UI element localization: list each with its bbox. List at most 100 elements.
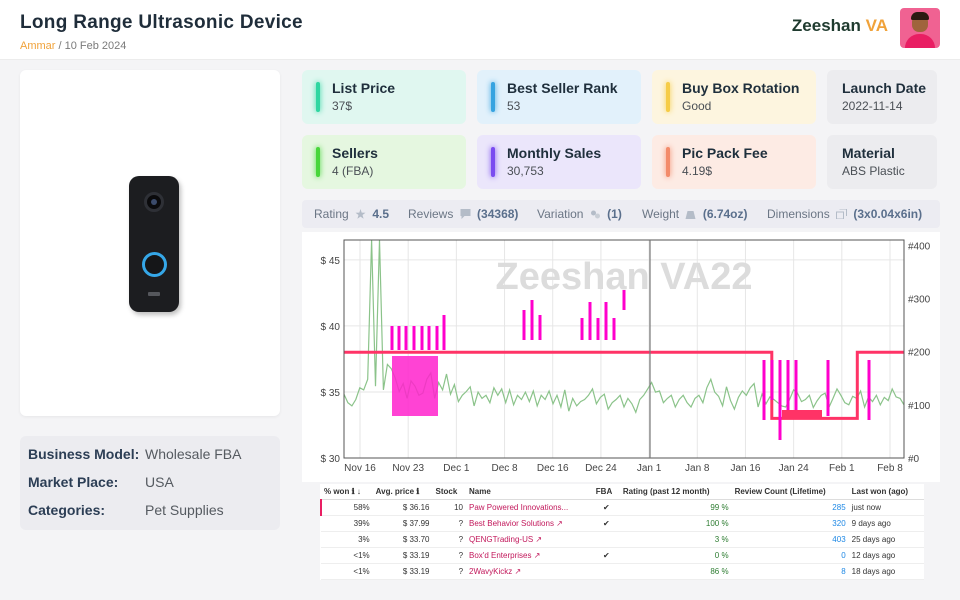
y-right-tick-label: #300: [908, 294, 931, 305]
product-image: [129, 176, 179, 312]
metric-label: Best Seller Rank: [507, 80, 618, 96]
cell-rating-text: 0 %: [714, 551, 729, 560]
rating-value: 4.5: [372, 207, 390, 221]
metric-accent-bar: [491, 147, 495, 177]
cell-won: <1%: [321, 547, 373, 564]
user-name[interactable]: Zeeshan VA: [792, 16, 888, 36]
cell-review-count-text: 403: [832, 535, 846, 544]
x-tick-label: Nov 23: [392, 463, 424, 474]
table-row[interactable]: 58% $ 36.16 10 Paw Powered Innovations... ✔ 9…: [320, 499, 924, 516]
cell-stock: ?: [432, 531, 467, 548]
avatar[interactable]: [900, 8, 940, 48]
y-right-tick-label: #200: [908, 348, 931, 359]
metric-launch-date: Launch Date 2022-11-14: [827, 70, 937, 124]
dimensions-icon: [836, 209, 848, 219]
cell-rating: 0 %: [619, 547, 732, 564]
cell-last-won: just now: [848, 499, 924, 516]
cell-seller-name[interactable]: 2WavyKickz ↗: [466, 563, 593, 580]
cell-fba: ✔: [592, 499, 620, 516]
col-review-count[interactable]: Review Count (Lifetime): [731, 484, 849, 500]
dimensions-stat: Dimensions (3x0.04x6in): [767, 207, 922, 221]
x-tick-label: Jan 1: [637, 463, 662, 474]
metric-accent-bar: [491, 82, 495, 112]
cell-seller-name[interactable]: Paw Powered Innovations...: [466, 499, 593, 516]
cell-seller-name[interactable]: QENGTrading-US ↗: [466, 531, 593, 548]
metric-monthly-sales: Monthly Sales 30,753: [477, 135, 641, 189]
user-first-name: Zeeshan: [791, 16, 861, 35]
cell-last-won-text: 12 days ago: [851, 551, 896, 560]
metric-value: 4.19$: [682, 164, 713, 178]
price-drop-band: [782, 410, 822, 418]
metric-label: Launch Date: [842, 80, 927, 96]
product-stats-bar: Rating 4.5 Reviews (34368) Variation (1)…: [302, 200, 940, 228]
cell-price: $ 33.19: [372, 547, 433, 564]
user-last-name: VA: [865, 16, 888, 35]
cell-rating-text: 99 %: [710, 503, 729, 512]
x-tick-label: Nov 16: [344, 463, 376, 474]
table-row[interactable]: <1% $ 33.19? 2WavyKickz ↗ 86 % 8 18 days ago: [321, 563, 924, 580]
metric-value: ABS Plastic: [842, 164, 905, 178]
cell-won-text: 39%: [353, 519, 370, 528]
external-link-icon[interactable]: ↗: [554, 519, 563, 528]
y-left-tick-label: $ 40: [321, 322, 341, 333]
metric-pic-pack-fee: Pic Pack Fee 4.19$: [652, 135, 816, 189]
x-tick-label: Feb 8: [877, 463, 903, 474]
cell-last-won: 25 days ago: [848, 531, 924, 548]
cell-last-won: 12 days ago: [848, 547, 924, 564]
cell-won-text: 3%: [358, 535, 370, 544]
metric-value: 4 (FBA): [332, 164, 374, 178]
x-tick-label: Feb 1: [829, 463, 855, 474]
cell-last-won: 9 days ago: [848, 515, 924, 532]
author-link[interactable]: Ammar: [20, 40, 55, 52]
comment-icon: [460, 209, 471, 219]
weight-stat: Weight (6.74oz): [642, 207, 748, 221]
cell-seller-name[interactable]: Box'd Enterprises ↗: [466, 547, 593, 564]
table-row[interactable]: <1% $ 33.19? Box'd Enterprises ↗ ✔ 0 % 0 12 da…: [321, 547, 924, 564]
cell-won-text: <1%: [353, 567, 370, 576]
cell-review-count: 0: [731, 547, 849, 564]
y-right-tick-label: #100: [908, 401, 931, 412]
col-last-won[interactable]: Last won (ago): [848, 484, 924, 500]
external-link-icon[interactable]: ↗: [531, 551, 541, 560]
reviews-label: Reviews: [408, 207, 454, 221]
metric-value: 53: [507, 99, 521, 113]
metric-label: Monthly Sales: [507, 145, 602, 161]
cell-price-text: $ 33.19: [402, 551, 430, 560]
x-tick-label: Jan 24: [779, 463, 809, 474]
x-tick-label: Dec 24: [585, 463, 617, 474]
price-rank-chart[interactable]: Zeeshan VA22 Nov 16 Nov 23 Dec 1 Dec 8 Dec 1…: [302, 232, 940, 482]
col-price[interactable]: Avg. price ℹ: [372, 484, 433, 500]
info-icon: ℹ: [416, 487, 420, 496]
cell-seller-name[interactable]: Best Behavior Solutions ↗: [466, 515, 593, 532]
weight-value: (6.74oz): [702, 207, 748, 221]
cell-stock-text: ?: [458, 567, 464, 576]
metric-label: Sellers: [332, 145, 378, 161]
chart-canvas[interactable]: Zeeshan VA22 Nov 16 Nov 23 Dec 1 Dec 8 Dec 1…: [302, 232, 940, 482]
col-won[interactable]: % won ℹ ↓: [321, 484, 373, 500]
col-stock[interactable]: Stock: [432, 484, 467, 500]
cell-stock: ?: [432, 563, 467, 580]
external-link-icon[interactable]: ↗: [533, 535, 542, 544]
metric-value: 2022-11-14: [842, 99, 903, 113]
x-tick-label: Dec 8: [491, 463, 518, 474]
cell-won-text: <1%: [353, 551, 370, 560]
col-name[interactable]: Name: [466, 484, 593, 500]
sort-icon[interactable]: ℹ ↓: [352, 487, 361, 496]
external-link-icon[interactable]: ↗: [512, 567, 522, 576]
metric-buy-box-rotation: Buy Box Rotation Good: [652, 70, 816, 124]
metric-value: Good: [682, 99, 712, 113]
metric-accent-bar: [316, 147, 320, 177]
cell-stock: 10: [432, 499, 467, 516]
cell-stock-text: 10: [454, 503, 464, 512]
cell-seller-name-text: 2WavyKickz: [469, 567, 513, 576]
cell-price: $ 33.70: [372, 531, 433, 548]
cell-review-count-text: 320: [832, 519, 846, 528]
cell-price: $ 37.99: [372, 515, 433, 532]
table-row[interactable]: 3% $ 33.70? QENGTrading-US ↗ 3 % 403 25 days …: [321, 531, 924, 548]
col-rating[interactable]: Rating (past 12 month): [619, 484, 732, 500]
table-row[interactable]: 39% $ 37.99? Best Behavior Solutions ↗ ✔ 100…: [321, 515, 924, 532]
x-tick-label: Dec 16: [537, 463, 569, 474]
report-date: / 10 Feb 2024: [58, 40, 127, 52]
col-fba[interactable]: FBA: [592, 484, 620, 500]
y-left-tick-label: $ 45: [321, 256, 341, 267]
